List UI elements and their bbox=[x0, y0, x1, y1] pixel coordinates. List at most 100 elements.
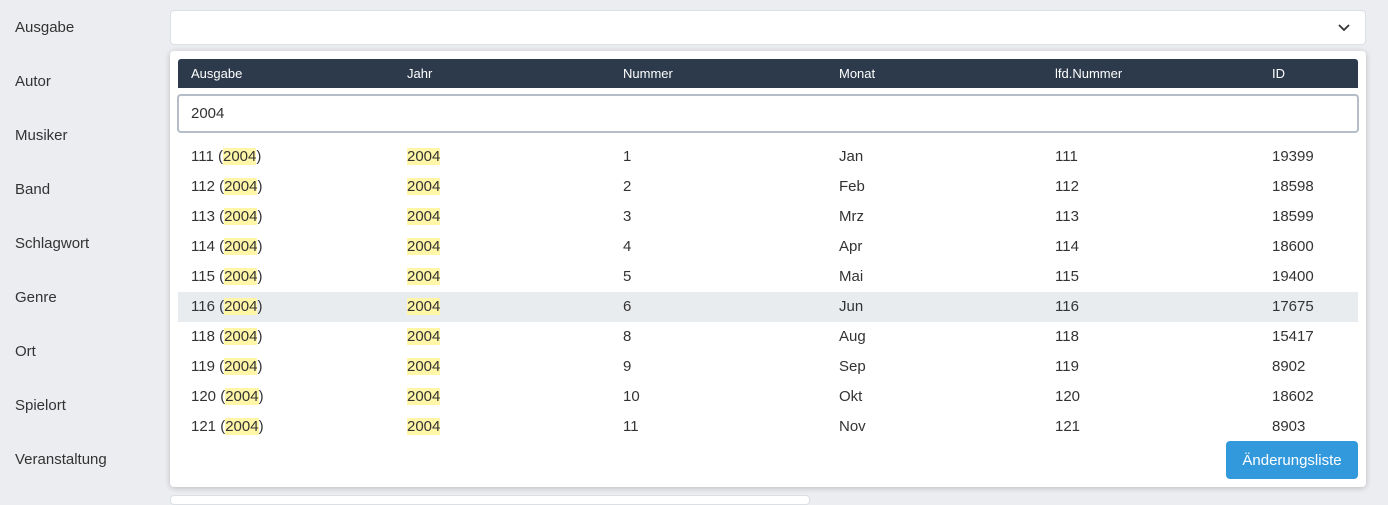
cell-id: 8902 bbox=[1272, 358, 1306, 375]
cell-ausgabe: 118 (2004) bbox=[191, 328, 263, 345]
cell-monat: Mai bbox=[839, 268, 864, 285]
cell-monat: Nov bbox=[839, 418, 866, 435]
cell-ausgabe: 111 (2004) bbox=[191, 148, 262, 165]
cell-jahr: 2004 bbox=[407, 298, 441, 315]
cell-jahr: 2004 bbox=[407, 268, 441, 285]
cell-nummer: 1 bbox=[623, 148, 632, 165]
cell-ausgabe: 119 (2004) bbox=[191, 358, 263, 375]
cell-id: 18602 bbox=[1272, 388, 1314, 405]
cell-lfd-nummer: 119 bbox=[1055, 358, 1079, 375]
ausgabe-number: 119 bbox=[191, 358, 215, 375]
dropdown-search-input[interactable] bbox=[177, 94, 1359, 133]
result-row[interactable]: 112 (2004) 2004 2 Feb 112 18598 bbox=[178, 172, 1358, 202]
field-label-ort: Ort bbox=[15, 343, 36, 360]
search-highlight: 2004 bbox=[407, 238, 441, 255]
field-label-spielort: Spielort bbox=[15, 397, 66, 414]
search-highlight: 2004 bbox=[407, 148, 441, 165]
field-label-schlagwort: Schlagwort bbox=[15, 235, 90, 252]
dropdown-header: Ausgabe Jahr Nummer Monat lfd.Nummer ID bbox=[178, 59, 1358, 88]
result-row[interactable]: 116 (2004) 2004 6 Jun 116 17675 bbox=[178, 292, 1358, 322]
cell-id: 15417 bbox=[1272, 328, 1314, 345]
search-highlight: 2004 bbox=[224, 208, 258, 225]
cell-lfd-nummer: 113 bbox=[1055, 208, 1079, 225]
cell-monat: Sep bbox=[839, 358, 866, 375]
cell-nummer: 2 bbox=[623, 178, 632, 195]
field-label-genre: Genre bbox=[15, 289, 57, 306]
field-label-autor: Autor bbox=[15, 73, 51, 90]
cell-nummer: 9 bbox=[623, 358, 632, 375]
search-highlight: 2004 bbox=[407, 298, 441, 315]
cell-jahr: 2004 bbox=[407, 388, 441, 405]
cell-jahr: 2004 bbox=[407, 358, 441, 375]
ausgabe-number: 118 bbox=[191, 328, 215, 345]
cell-ausgabe: 114 (2004) bbox=[191, 238, 263, 255]
cell-monat: Okt bbox=[839, 388, 863, 405]
column-header-id: ID bbox=[1272, 66, 1285, 81]
ausgabe-number: 114 bbox=[191, 238, 215, 255]
cell-jahr: 2004 bbox=[407, 418, 441, 435]
cell-lfd-nummer: 120 bbox=[1055, 388, 1081, 405]
search-highlight: 2004 bbox=[407, 388, 441, 405]
search-highlight: 2004 bbox=[407, 418, 441, 435]
cell-ausgabe: 115 (2004) bbox=[191, 268, 263, 285]
cell-ausgabe: 120 (2004) bbox=[191, 388, 264, 405]
aenderungsliste-button[interactable]: Änderungsliste bbox=[1226, 441, 1358, 479]
cell-nummer: 6 bbox=[623, 298, 632, 315]
cell-jahr: 2004 bbox=[407, 178, 441, 195]
cell-ausgabe: 113 (2004) bbox=[191, 208, 263, 225]
result-row[interactable]: 119 (2004) 2004 9 Sep 119 8902 bbox=[178, 352, 1358, 382]
result-list: 111 (2004) 2004 1 Jan 111 19399 112 (2004) 2004… bbox=[178, 142, 1358, 442]
cell-lfd-nummer: 116 bbox=[1055, 298, 1079, 315]
search-highlight: 2004 bbox=[224, 238, 258, 255]
search-highlight: 2004 bbox=[224, 268, 258, 285]
search-highlight: 2004 bbox=[224, 178, 258, 195]
cell-id: 19400 bbox=[1272, 268, 1314, 285]
cell-monat: Feb bbox=[839, 178, 865, 195]
field-label-ausgabe: Ausgabe bbox=[15, 19, 75, 36]
result-row[interactable]: 121 (2004) 2004 11 Nov 121 8903 bbox=[178, 412, 1358, 442]
cell-id: 18599 bbox=[1272, 208, 1314, 225]
cell-ausgabe: 112 (2004) bbox=[191, 178, 263, 195]
cell-id: 19399 bbox=[1272, 148, 1314, 165]
cell-nummer: 10 bbox=[623, 388, 640, 405]
cell-lfd-nummer: 121 bbox=[1055, 418, 1081, 435]
result-row[interactable]: 111 (2004) 2004 1 Jan 111 19399 bbox=[178, 142, 1358, 172]
cell-lfd-nummer: 114 bbox=[1055, 238, 1079, 255]
column-header-ausgabe: Ausgabe bbox=[191, 66, 243, 81]
search-highlight: 2004 bbox=[225, 388, 259, 405]
search-highlight: 2004 bbox=[407, 328, 441, 345]
cell-nummer: 8 bbox=[623, 328, 632, 345]
search-highlight: 2004 bbox=[407, 268, 441, 285]
search-highlight: 2004 bbox=[222, 148, 257, 165]
field-label-musiker: Musiker bbox=[15, 127, 68, 144]
cell-monat: Mrz bbox=[839, 208, 864, 225]
ausgabe-select[interactable] bbox=[170, 10, 1366, 45]
cell-ausgabe: 121 (2004) bbox=[191, 418, 264, 435]
cell-lfd-nummer: 111 bbox=[1055, 148, 1078, 165]
search-highlight: 2004 bbox=[224, 298, 258, 315]
chevron-down-icon[interactable] bbox=[1337, 20, 1351, 34]
result-row[interactable]: 115 (2004) 2004 5 Mai 115 19400 bbox=[178, 262, 1358, 292]
field-label-veranstaltung: Veranstaltung bbox=[15, 451, 107, 468]
cell-nummer: 5 bbox=[623, 268, 632, 285]
result-row[interactable]: 113 (2004) 2004 3 Mrz 113 18599 bbox=[178, 202, 1358, 232]
ausgabe-number: 112 bbox=[191, 178, 215, 195]
cell-monat: Apr bbox=[839, 238, 863, 255]
cell-lfd-nummer: 118 bbox=[1055, 328, 1079, 345]
search-highlight: 2004 bbox=[225, 418, 259, 435]
column-header-nummer: Nummer bbox=[623, 66, 673, 81]
search-highlight: 2004 bbox=[407, 358, 441, 375]
cell-nummer: 4 bbox=[623, 238, 632, 255]
cell-lfd-nummer: 112 bbox=[1055, 178, 1079, 195]
column-header-jahr: Jahr bbox=[407, 66, 433, 81]
next-field-input[interactable] bbox=[170, 495, 810, 505]
result-row[interactable]: 114 (2004) 2004 4 Apr 114 18600 bbox=[178, 232, 1358, 262]
result-row[interactable]: 118 (2004) 2004 8 Aug 118 15417 bbox=[178, 322, 1358, 352]
ausgabe-number: 111 bbox=[191, 148, 214, 165]
column-header-monat: Monat bbox=[839, 66, 876, 81]
cell-ausgabe: 116 (2004) bbox=[191, 298, 263, 315]
cell-jahr: 2004 bbox=[407, 148, 441, 165]
cell-monat: Aug bbox=[839, 328, 866, 345]
result-row[interactable]: 120 (2004) 2004 10 Okt 120 18602 bbox=[178, 382, 1358, 412]
cell-nummer: 11 bbox=[623, 418, 639, 435]
